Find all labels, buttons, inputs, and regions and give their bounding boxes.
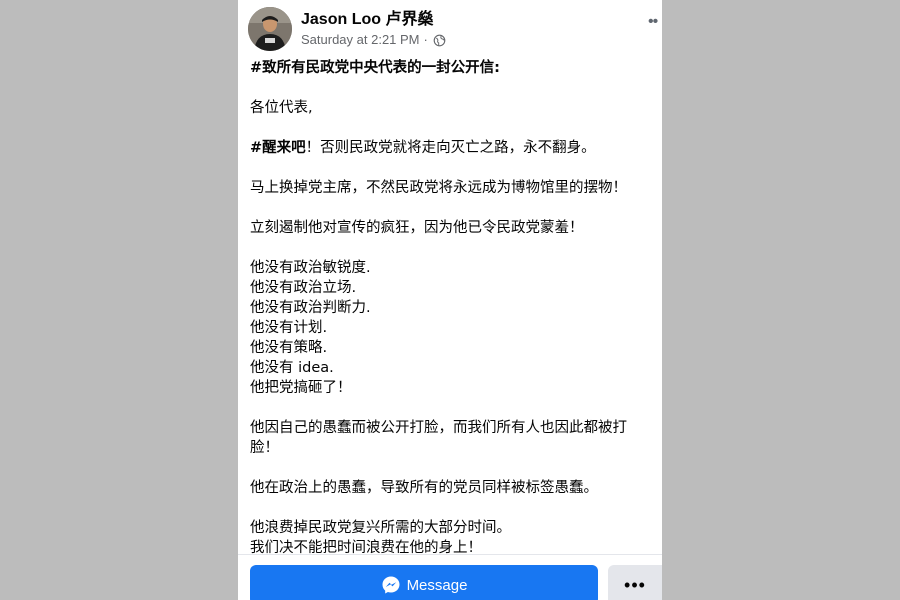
post-line: 他在政治上的愚蠢，导致所有的党员同样被标签愚蠢。 [250, 480, 598, 496]
post-line: 他因自己的愚蠢而被公开打脸，而我们所有人也因此都被打脸！ [250, 420, 627, 456]
post-line-text: ！否则民政党就将走向灭亡之路，永不翻身。 [305, 140, 596, 156]
post-line: 我们决不能把时间浪费在他的身上！ [250, 540, 482, 556]
post-paragraph: 马上换掉党主席，不然民政党将永远成为博物馆里的摆物！ [250, 178, 654, 198]
post-line: 他没有策略. [250, 340, 328, 356]
post-line: 他没有政治敏锐度. [250, 260, 371, 276]
screenshot-backdrop: Jason Loo 卢界燊 Saturday at 2:21 PM · •• #… [0, 0, 900, 600]
post-line: 他浪费掉民政党复兴所需的大部分时间。 [250, 520, 511, 536]
post-paragraph: 他浪费掉民政党复兴所需的大部分时间。 我们决不能把时间浪费在他的身上！ [250, 518, 654, 558]
post-line: 马上换掉党主席，不然民政党将永远成为博物馆里的摆物！ [250, 180, 627, 196]
post-line: #醒来吧！否则民政党就将走向灭亡之路，永不翻身。 [250, 138, 654, 158]
post-options-button[interactable]: •• [648, 14, 662, 30]
post-headline[interactable]: #致所有民政党中央代表的一封公开信: [250, 58, 654, 78]
meta-separator: · [423, 32, 428, 47]
post-header: Jason Loo 卢界燊 Saturday at 2:21 PM · •• [238, 0, 662, 58]
message-button-label: Message [406, 576, 468, 594]
author-avatar[interactable] [248, 7, 292, 51]
post-paragraph: 他没有政治敏锐度. 他没有政治立场. 他没有政治判断力. 他没有计划. 他没有策… [250, 258, 654, 398]
post-line: 他把党搞砸了！ [250, 380, 352, 396]
profile-photo-icon [248, 7, 292, 51]
post-line: 立刻遏制他对宣传的疯狂，因为他已令民政党蒙羞！ [250, 220, 584, 236]
post-timestamp[interactable]: Saturday at 2:21 PM [301, 32, 420, 48]
author-name[interactable]: Jason Loo 卢界燊 [301, 10, 433, 30]
message-button[interactable]: Message [250, 565, 598, 600]
post-paragraph: 各位代表, [250, 98, 654, 118]
post-text: #致所有民政党中央代表的一封公开信: 各位代表, #醒来吧！否则民政党就将走向灭… [250, 58, 654, 578]
post-line: 各位代表, [250, 100, 313, 116]
more-actions-button[interactable]: ••• [608, 565, 662, 600]
ellipsis-icon: ••• [624, 574, 646, 595]
globe-icon [433, 34, 446, 46]
footer-divider [238, 554, 662, 555]
post-paragraph: #醒来吧！否则民政党就将走向灭亡之路，永不翻身。 [250, 138, 654, 158]
post-meta: Saturday at 2:21 PM · [301, 32, 446, 48]
post-paragraph: #致所有民政党中央代表的一封公开信: [250, 58, 654, 78]
messenger-icon [382, 576, 400, 594]
post-paragraph: 他在政治上的愚蠢，导致所有的党员同样被标签愚蠢。 [250, 478, 654, 498]
post-line: 他没有 idea. [250, 360, 334, 376]
post-paragraph: 立刻遏制他对宣传的疯狂，因为他已令民政党蒙羞！ [250, 218, 654, 238]
post-paragraph: 他因自己的愚蠢而被公开打脸，而我们所有人也因此都被打脸！ [250, 418, 654, 458]
facebook-post-card: Jason Loo 卢界燊 Saturday at 2:21 PM · •• #… [238, 0, 662, 600]
post-line: 他没有计划. [250, 320, 328, 336]
post-line: 他没有政治判断力. [250, 300, 371, 316]
post-line: 他没有政治立场. [250, 280, 357, 296]
hashtag-link[interactable]: #醒来吧 [250, 140, 306, 156]
